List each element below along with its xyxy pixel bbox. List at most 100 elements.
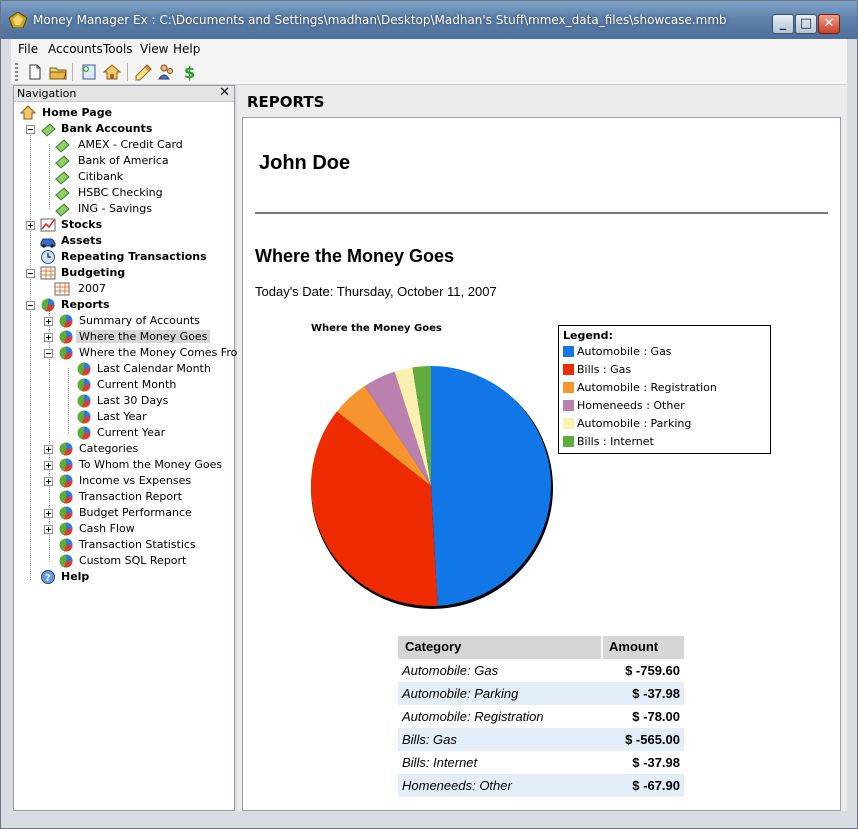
nav-report-period[interactable]: Last Calendar Month [76,361,230,377]
maximize-icon: □ [799,16,813,31]
nav-report-period[interactable]: Last 30 Days [76,393,230,409]
clock-icon [41,250,55,264]
expand-toggle[interactable] [44,477,53,486]
collapse-toggle[interactable] [26,125,35,134]
title-bar[interactable]: Money Manager Ex : C:\Documents and Sett… [1,1,857,39]
nav-label: Current Year [97,426,166,439]
home-icon[interactable] [102,62,122,82]
nav-label: Transaction Report [79,490,182,503]
user-name: John Doe [259,152,351,174]
home-icon [20,105,36,120]
menu-view[interactable]: View [140,42,168,56]
pie-report-icon [59,490,73,504]
close-button[interactable]: ✕ [818,14,840,34]
new-file-icon[interactable] [25,62,45,82]
bank-account-icon [55,155,70,169]
nav-report-categories[interactable]: Categories [39,441,230,457]
nav-bank-accounts[interactable]: Bank Accounts [20,121,230,137]
table-row: Automobile: Gas $ -759.60 [398,659,684,682]
pie-report-icon [59,330,73,344]
svg-text:?: ? [45,573,51,584]
divider [255,212,828,214]
nav-report-transaction-report[interactable]: Transaction Report [39,489,230,505]
nav-account-item[interactable]: Citibank [54,169,230,185]
nav-report-cash-flow[interactable]: Cash Flow [39,521,230,537]
collapse-toggle[interactable] [26,269,35,278]
nav-account-item[interactable]: Bank of America [54,153,230,169]
amount-cell: $ -759.60 [625,663,680,678]
nav-budgeting[interactable]: Budgeting [20,265,230,281]
expand-toggle[interactable] [44,333,53,342]
organize-icon[interactable] [133,62,153,82]
tree-line [68,368,69,433]
nav-report-where-money-comes-from[interactable]: Where the Money Comes From [39,345,248,361]
nav-report-income-vs-expenses[interactable]: Income vs Expenses [39,473,230,489]
open-folder-icon[interactable] [48,62,68,82]
menu-file[interactable]: File [18,42,38,56]
navigation-close-icon[interactable]: ✕ [219,85,230,100]
table-header-row: Category Amount [398,636,684,659]
nav-report-where-money-goes[interactable]: Where the Money Goes [39,329,230,345]
new-account-icon[interactable] [79,62,99,82]
nav-home-page[interactable]: Home Page [20,105,230,121]
nav-label: Reports [61,298,110,311]
amount-cell: $ -565.00 [625,732,680,747]
payees-icon[interactable] [156,62,176,82]
report-date: Today's Date: Thursday, October 11, 2007 [255,284,497,299]
expand-toggle[interactable] [44,509,53,518]
table-row: Bills: Internet $ -37.98 [398,751,684,774]
collapse-toggle[interactable] [44,349,53,358]
toolbar-separator [127,63,128,81]
nav-label: Budget Performance [79,506,192,519]
menu-accounts[interactable]: Accounts [48,42,103,56]
expand-toggle[interactable] [44,461,53,470]
legend-swatch [563,436,574,447]
nav-report-transaction-statistics[interactable]: Transaction Statistics [39,537,230,553]
currency-icon[interactable]: $ [179,62,199,82]
nav-account-item[interactable]: HSBC Checking [54,185,230,201]
nav-repeating-transactions[interactable]: Repeating Transactions [20,249,230,265]
nav-assets[interactable]: Assets [20,233,230,249]
minimize-icon: _ [779,16,787,31]
nav-report-period[interactable]: Current Month [76,377,230,393]
expand-toggle[interactable] [44,317,53,326]
legend-swatch [563,418,574,429]
nav-label: Categories [79,442,139,455]
collapse-toggle[interactable] [26,301,35,310]
navigation-panel: Navigation ✕ Home Page Bank Accounts AME… [13,85,248,811]
nav-label: Help [61,570,90,583]
bank-account-icon [41,123,56,137]
nav-report-period[interactable]: Current Year [76,425,230,441]
nav-reports[interactable]: Reports [20,297,230,313]
category-cell: Automobile: Gas [402,663,499,678]
menu-tools[interactable]: Tools [103,42,133,56]
nav-label: Citibank [78,170,124,183]
nav-report-summary-of-accounts[interactable]: Summary of Accounts [39,313,230,329]
nav-report-period[interactable]: Last Year [76,409,230,425]
pie-report-icon [59,522,73,536]
nav-help[interactable]: ? Help [20,569,230,585]
nav-label: Where the Money Comes From [79,346,249,359]
pie-chart [311,366,553,609]
nav-account-item[interactable]: ING - Savings [54,201,230,217]
nav-stocks[interactable]: Stocks [20,217,230,233]
reports-heading: REPORTS [247,93,325,111]
maximize-button[interactable]: □ [795,14,817,34]
pie-report-icon [59,538,73,552]
menu-help[interactable]: Help [173,42,200,56]
expand-toggle[interactable] [44,525,53,534]
expand-toggle[interactable] [26,221,35,230]
pie-report-icon [59,346,73,360]
nav-budget-year[interactable]: 2007 [54,281,230,297]
nav-account-item[interactable]: AMEX - Credit Card [54,137,230,153]
nav-label: Where the Money Goes [76,330,211,343]
pie-report-icon [77,394,91,408]
toolbar-grip[interactable] [15,63,18,81]
minimize-button[interactable]: _ [772,14,794,34]
nav-report-to-whom[interactable]: To Whom the Money Goes [39,457,230,473]
expand-toggle[interactable] [44,445,53,454]
nav-report-budget-performance[interactable]: Budget Performance [39,505,230,521]
category-cell: Bills: Gas [402,732,457,747]
report-content[interactable]: John Doe Where the Money Goes Today's Da… [242,117,841,811]
nav-report-custom-sql[interactable]: Custom SQL Report [39,553,230,569]
